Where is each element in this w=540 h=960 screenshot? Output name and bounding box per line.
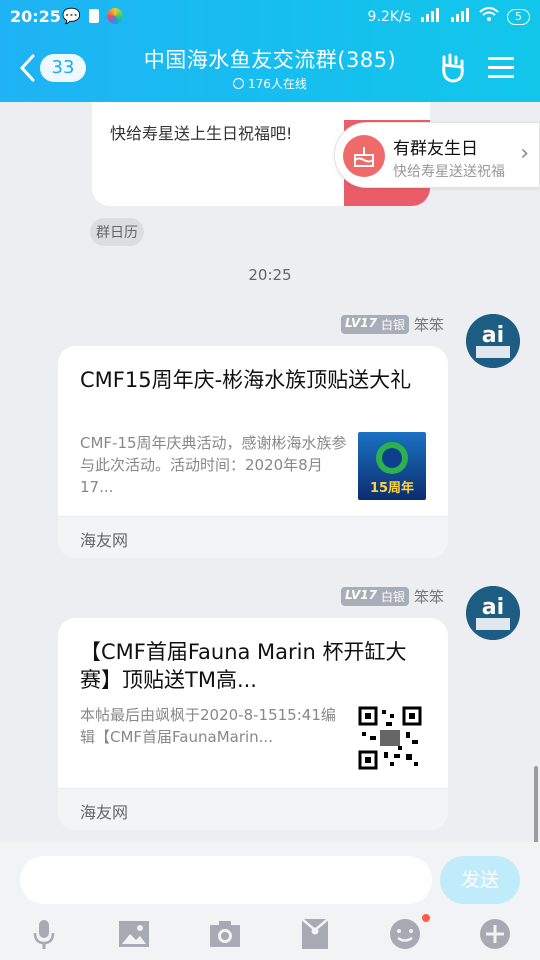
level-badge: LV17 白银 <box>340 587 409 606</box>
top-bar: 20:25 💬 9.2K/s 5 33 中国海水鱼友交流群(385) 176人在… <box>0 0 540 102</box>
message-input[interactable] <box>20 856 432 904</box>
battery-icon: 5 <box>507 9 530 25</box>
red-packet-icon[interactable] <box>297 916 333 952</box>
rock-hand-icon[interactable] <box>436 51 470 85</box>
camera-icon[interactable] <box>207 916 243 952</box>
network-speed: 9.2K/s <box>367 9 411 25</box>
link-description: CMF-15周年庆典活动，感谢彬海水族参与此次活动。活动时间：2020年8月17… <box>80 434 347 496</box>
avatar[interactable]: ai <box>466 314 520 368</box>
svg-text:ai: ai <box>482 595 504 620</box>
signal-icon-2 <box>449 8 471 26</box>
shared-link-card[interactable]: CMF15周年庆-彬海水族顶贴送大礼 CMF-15周年庆典活动，感谢彬海水族参与… <box>58 346 448 558</box>
signal-icon <box>419 8 441 26</box>
sim-icon <box>88 9 99 23</box>
app-colorful-icon <box>106 8 123 24</box>
status-time: 20:25 <box>10 7 61 26</box>
link-title: CMF15周年庆-彬海水族顶贴送大礼 <box>80 368 412 392</box>
chat-header: 33 中国海水鱼友交流群(385) 176人在线 <box>0 34 540 102</box>
online-icon <box>233 78 245 89</box>
scrollbar[interactable] <box>534 766 538 842</box>
group-title[interactable]: 中国海水鱼友交流群(385) <box>120 44 420 74</box>
birthday-popup[interactable]: 有群友生日 快给寿星送送祝福 › <box>334 122 540 188</box>
level-badge: LV17 白银 <box>340 315 409 334</box>
birthday-popup-title: 有群友生日 <box>393 139 478 159</box>
status-bar: 20:25 💬 9.2K/s 5 <box>0 0 540 34</box>
birthday-card-text: 快给寿星送上生日祝福吧! <box>110 124 293 143</box>
back-button[interactable]: 33 <box>18 50 90 86</box>
svg-text:ai: ai <box>482 323 504 348</box>
toolbar <box>0 914 540 954</box>
link-source: 海友网 <box>80 531 129 550</box>
cake-icon <box>343 135 385 177</box>
image-icon[interactable] <box>116 916 152 952</box>
emoji-icon[interactable] <box>387 916 423 952</box>
wifi-icon <box>479 7 499 27</box>
link-source: 海友网 <box>80 803 129 822</box>
microphone-icon[interactable] <box>26 916 62 952</box>
unread-badge: 33 <box>40 54 86 82</box>
birthday-popup-subtitle: 快给寿星送送祝福 <box>393 164 505 180</box>
back-arrow-icon <box>19 54 35 82</box>
sender-name: 笨笨 <box>413 316 444 334</box>
notification-dot <box>422 914 430 922</box>
sender-info: LV17 白银 笨笨 <box>340 314 444 335</box>
link-description: 本帖最后由飒枫于2020-8-1515:41编辑【CMF首届FaunaMarin… <box>80 706 336 746</box>
wechat-icon: 💬 <box>62 7 81 25</box>
group-calendar-tag[interactable]: 群日历 <box>90 218 144 246</box>
chat-area[interactable]: 快给寿星送上生日祝福吧! 群日历 有群友生日 快给寿星送送祝福 › 20:25 … <box>0 102 540 842</box>
input-bar: 发送 <box>0 842 540 960</box>
sender-info: LV17 白银 笨笨 <box>340 586 444 607</box>
svg-text:15周年: 15周年 <box>370 480 414 496</box>
plus-icon[interactable] <box>477 916 513 952</box>
shared-link-card[interactable]: 【CMF首届Fauna Marin 杯开缸大赛】顶贴送TM高... 本帖最后由飒… <box>58 618 448 830</box>
sender-name: 笨笨 <box>413 588 444 606</box>
link-title: 【CMF首届Fauna Marin 杯开缸大赛】顶贴送TM高... <box>80 640 407 692</box>
qr-code-thumbnail <box>358 706 426 774</box>
menu-icon[interactable] <box>484 51 518 85</box>
chevron-right-icon: › <box>520 141 529 166</box>
message-timestamp: 20:25 <box>248 266 292 284</box>
link-thumbnail: 15周年 <box>358 432 426 500</box>
send-button[interactable]: 发送 <box>440 856 520 904</box>
avatar[interactable]: ai <box>466 586 520 640</box>
online-count: 176人在线 <box>120 75 420 92</box>
